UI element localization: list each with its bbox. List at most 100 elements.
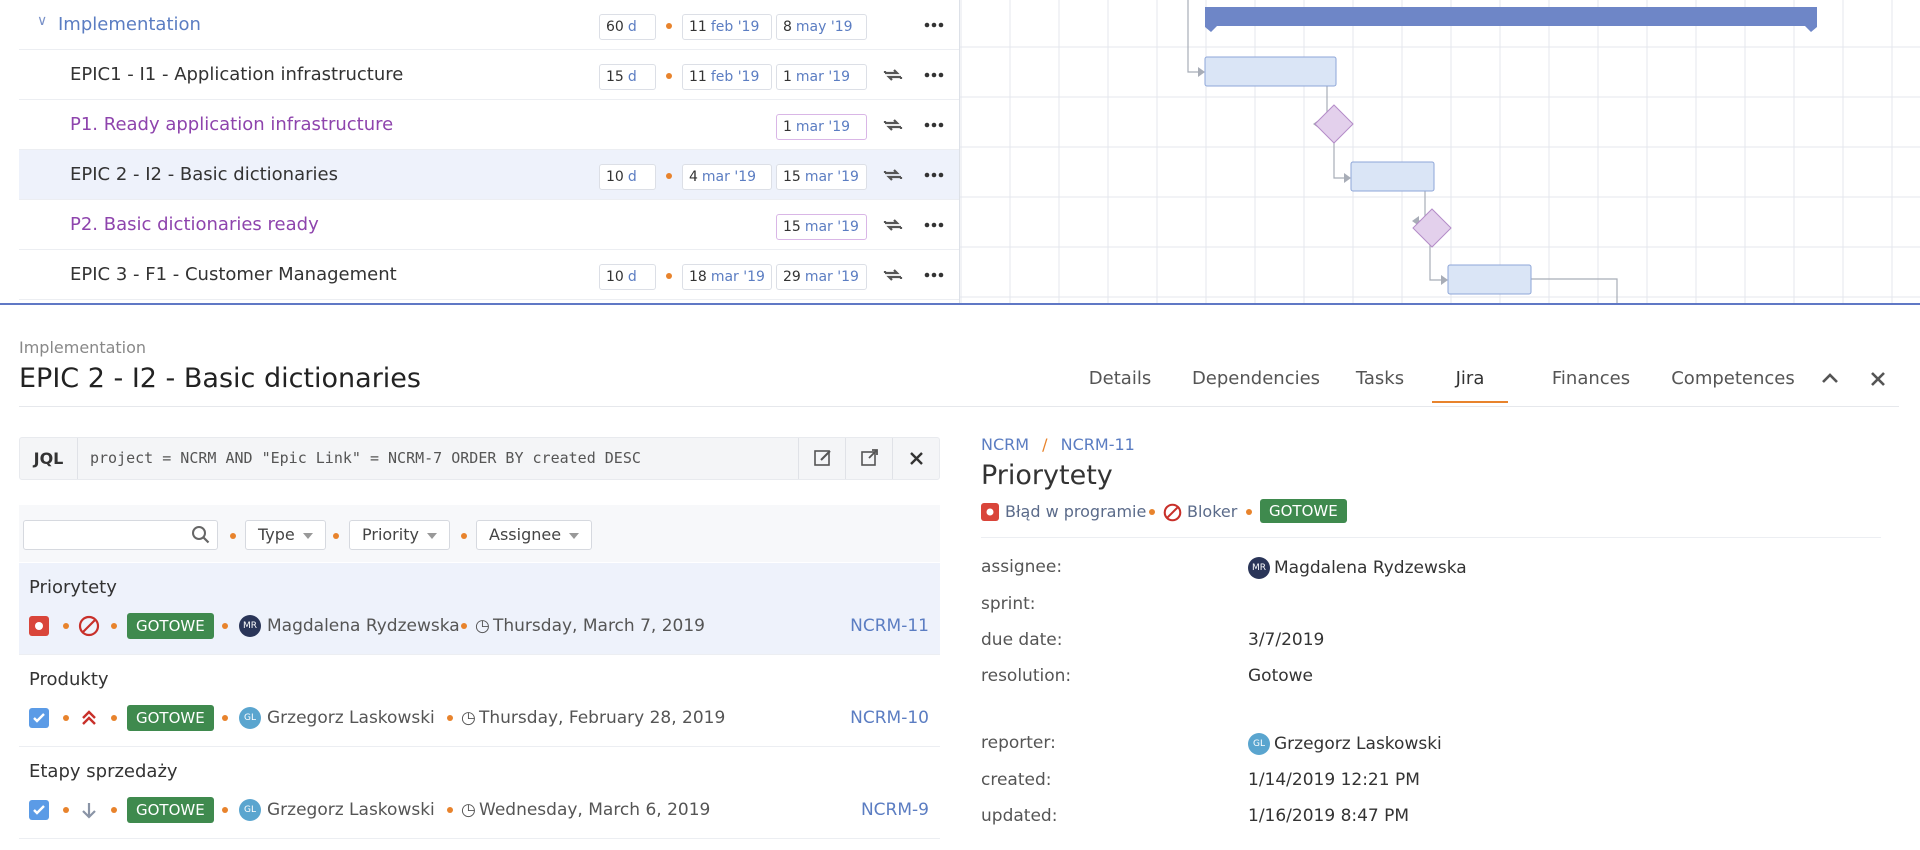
end-date-field[interactable]: 1 mar '19	[776, 64, 867, 90]
updated-value: 1/16/2019 8:47 PM	[1248, 806, 1410, 826]
avatar: GL	[239, 707, 261, 729]
milestone-date-field[interactable]: 1 mar '19	[776, 114, 867, 140]
end-date-field[interactable]: 15 mar '19	[776, 164, 867, 190]
start-date-field[interactable]: 4 mar '19	[682, 164, 772, 190]
bullet-dot	[222, 623, 228, 629]
issue-key-link[interactable]: NCRM-10	[850, 705, 929, 731]
bug-icon	[29, 616, 49, 641]
issue-title: Produkty	[29, 669, 109, 690]
breadcrumb-separator: /	[1042, 435, 1048, 454]
end-date-field[interactable]: 29 mar '19	[776, 264, 867, 290]
issue-list-item[interactable]: Produkty GOTOWE GL Grzegorz Laskowski ◷ …	[19, 655, 940, 747]
duration-field[interactable]: 15 d	[599, 64, 656, 90]
bullet-dot	[461, 533, 467, 539]
more-icon[interactable]	[922, 263, 946, 287]
low-priority-icon	[78, 799, 100, 826]
priority-filter[interactable]: Priority	[349, 520, 450, 550]
more-icon[interactable]	[922, 13, 946, 37]
bullet-dot	[666, 273, 672, 279]
task-name[interactable]: Implementation	[58, 0, 201, 50]
chevron-down-icon	[569, 532, 580, 539]
task-name[interactable]: EPIC 3 - F1 - Customer Management	[70, 250, 397, 300]
bullet-dot	[63, 623, 69, 629]
issue-assignee: Magdalena Rydzewska	[267, 616, 460, 636]
task-row[interactable]: EPIC 3 - F1 - Customer Management 10 d 18…	[19, 250, 959, 300]
open-in-jira-button[interactable]	[845, 438, 892, 479]
clock-icon: ◷	[461, 708, 476, 728]
task-row[interactable]: ∨ Implementation 60 d 11 feb '19 8 may '19	[19, 0, 959, 50]
edit-jql-button[interactable]	[798, 438, 845, 479]
updated-label: updated:	[981, 806, 1058, 826]
bullet-dot	[666, 23, 672, 29]
task-name[interactable]: EPIC 2 - I2 - Basic dictionaries	[70, 150, 338, 200]
gantt-timeline	[960, 0, 1920, 303]
task-name[interactable]: EPIC1 - I1 - Application infrastructure	[70, 50, 403, 100]
milestone-name[interactable]: P1. Ready application infrastructure	[70, 100, 393, 150]
tab-dependencies[interactable]: Dependencies	[1186, 355, 1326, 403]
resolution-value: Gotowe	[1248, 666, 1314, 686]
duration-field[interactable]: 10 d	[599, 164, 656, 190]
end-date-field[interactable]: 8 may '19	[776, 14, 867, 40]
gantt-chart[interactable]	[959, 0, 1920, 303]
issue-meta: GOTOWE MR Magdalena Rydzewska ◷ Thursday…	[29, 613, 939, 639]
start-date-field[interactable]: 11 feb '19	[682, 14, 772, 40]
reporter-label: reporter:	[981, 733, 1056, 753]
tab-jira[interactable]: Jira	[1432, 355, 1508, 403]
jql-query[interactable]: project = NCRM AND "Epic Link" = NCRM-7 …	[90, 438, 641, 479]
more-icon[interactable]	[922, 63, 946, 87]
assignee-value: MR Magdalena Rydzewska	[1248, 557, 1467, 579]
status-badge: GOTOWE	[127, 705, 214, 731]
milestone-date-field[interactable]: 15 mar '19	[776, 214, 867, 240]
assignee-filter[interactable]: Assignee	[476, 520, 593, 550]
issue-type: Błąd w programie	[1005, 502, 1147, 521]
issue-list-item[interactable]: Etapy sprzedaży GOTOWE GL Grzegorz Lasko…	[19, 747, 940, 839]
project-link[interactable]: NCRM	[981, 435, 1029, 454]
type-filter[interactable]: Type	[245, 520, 326, 550]
issue-key-link[interactable]: NCRM-11	[1061, 435, 1135, 454]
avatar: MR	[239, 615, 261, 637]
breadcrumb[interactable]: Implementation	[19, 338, 146, 357]
due-date-value: 3/7/2019	[1248, 630, 1325, 650]
sync-icon[interactable]	[881, 163, 905, 187]
sync-icon[interactable]	[881, 63, 905, 87]
tab-details[interactable]: Details	[1080, 355, 1160, 403]
issue-key-link[interactable]: NCRM-9	[861, 797, 929, 823]
sync-icon[interactable]	[881, 263, 905, 287]
gantt-milestone	[1412, 208, 1452, 248]
more-icon[interactable]	[922, 213, 946, 237]
clock-icon: ◷	[475, 616, 490, 636]
status-badge: GOTOWE	[127, 797, 214, 823]
start-date-field[interactable]: 11 feb '19	[682, 64, 772, 90]
clear-jql-button[interactable]	[892, 438, 939, 479]
chevron-up-icon[interactable]	[1818, 367, 1842, 391]
sprint-label: sprint:	[981, 594, 1036, 614]
duration-field[interactable]: 10 d	[599, 264, 656, 290]
close-icon[interactable]	[1866, 367, 1890, 391]
issue-list-item-selected[interactable]: Priorytety GOTOWE MR Magdalena Rydzewska…	[19, 563, 940, 655]
task-row[interactable]: P1. Ready application infrastructure 1 ma…	[19, 100, 959, 150]
issue-date: Wednesday, March 6, 2019	[479, 800, 711, 820]
more-icon[interactable]	[922, 113, 946, 137]
duration-field[interactable]: 60 d	[599, 14, 656, 40]
task-row-selected[interactable]: EPIC 2 - I2 - Basic dictionaries 10 d 4 ma…	[19, 150, 959, 200]
more-icon[interactable]	[922, 163, 946, 187]
start-date-field[interactable]: 18 mar '19	[682, 264, 772, 290]
detail-divider	[981, 537, 1881, 538]
issue-assignee: Grzegorz Laskowski	[267, 708, 435, 728]
gantt-area: ∨ Implementation 60 d 11 feb '19 8 may '19 …	[0, 0, 1920, 303]
bullet-dot	[333, 533, 339, 539]
tab-tasks[interactable]: Tasks	[1352, 355, 1408, 403]
chevron-down-icon[interactable]: ∨	[37, 13, 47, 29]
milestone-name[interactable]: P2. Basic dictionaries ready	[70, 200, 319, 250]
sync-icon[interactable]	[881, 213, 905, 237]
tab-competences[interactable]: Competences	[1658, 355, 1808, 403]
task-row[interactable]: P2. Basic dictionaries ready 15 mar '19	[19, 200, 959, 250]
issue-key-link[interactable]: NCRM-11	[850, 613, 929, 639]
task-row[interactable]: EPIC1 - I1 - Application infrastructure …	[19, 50, 959, 100]
bullet-dot	[230, 533, 236, 539]
issue-priority: Bloker	[1187, 502, 1238, 521]
tab-finances[interactable]: Finances	[1532, 355, 1650, 403]
search-input[interactable]	[23, 520, 218, 550]
search-icon[interactable]	[191, 525, 211, 550]
sync-icon[interactable]	[881, 113, 905, 137]
